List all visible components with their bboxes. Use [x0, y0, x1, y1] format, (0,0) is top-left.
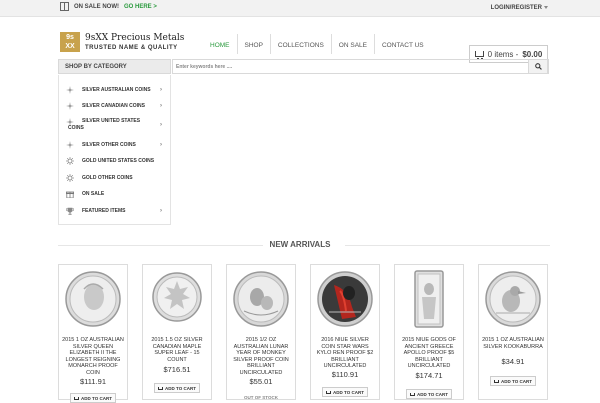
cart-total: $0.00 — [522, 49, 543, 59]
product-price: $110.91 — [331, 370, 359, 379]
brand-tagline: TRUSTED NAME & QUALITY — [85, 45, 178, 51]
sidebar-item-silver-canadian[interactable]: SILVER CANADIAN COINS › — [59, 100, 170, 112]
out-of-stock-label: OUT OF STOCK — [244, 395, 278, 400]
trophy-icon — [66, 207, 74, 215]
sale-text: ON SALE NOW! — [74, 3, 119, 10]
sidebar-item-label: GOLD OTHER COINS — [82, 174, 133, 181]
product-price: $111.91 — [80, 377, 106, 386]
logo[interactable]: 9s XX — [60, 32, 80, 52]
search-button[interactable] — [528, 59, 548, 74]
divider-right — [345, 245, 550, 246]
product-card[interactable]: 2015 1 OZ AUSTRALIAN SILVER QUEEN ELIZAB… — [58, 264, 128, 403]
sidebar-item-featured[interactable]: FEATURED ITEMS › — [59, 205, 170, 217]
nav-home[interactable]: HOME — [203, 34, 237, 54]
add-to-cart-button[interactable]: ADD TO CART — [70, 393, 116, 403]
sidebar-item-gold-other[interactable]: GOLD OTHER COINS — [59, 172, 170, 184]
nav-contact-us[interactable]: CONTACT US — [373, 34, 431, 54]
sidebar-item-label: GOLD UNITED STATES COINS — [82, 157, 155, 164]
cart-icon — [494, 379, 500, 383]
coin-image[interactable] — [62, 267, 124, 331]
add-to-cart-label: ADD TO CART — [501, 378, 532, 384]
logo-line-2: XX — [65, 43, 75, 50]
sidebar-item-label: SILVER UNITED STATES COINS — [68, 118, 141, 131]
sun-icon — [66, 157, 74, 165]
cart-icon — [74, 396, 80, 400]
sun-icon — [66, 174, 74, 182]
sale-link[interactable]: GO HERE > — [124, 4, 157, 10]
chevron-right-icon: › — [160, 103, 162, 109]
login-register-link[interactable]: LOGIN/REGISTER — [491, 5, 548, 11]
cart-icon — [474, 51, 484, 60]
nav-collections[interactable]: COLLECTIONS — [269, 34, 331, 54]
sidebar-item-label: SILVER CANADIAN COINS — [82, 102, 145, 109]
sidebar-item-gold-united-states[interactable]: GOLD UNITED STATES COINS — [59, 155, 170, 167]
sidebar-item-label: ON SALE — [82, 190, 105, 197]
top-bar: ON SALE NOW! GO HERE > LOGIN/REGISTER — [0, 0, 600, 17]
add-to-cart-button[interactable]: ADD TO CART — [490, 376, 536, 386]
brand-name[interactable]: 9sXX Precious Metals — [85, 33, 184, 43]
sidebar-item-on-sale[interactable]: ON SALE — [59, 188, 170, 200]
logo-line-1: 9s — [66, 34, 74, 41]
product-card[interactable]: 2015 1/2 OZ AUSTRALIAN LUNAR YEAR OF MON… — [226, 264, 296, 400]
product-price: $174.71 — [415, 371, 443, 380]
sidebar-item-label: SILVER OTHER COINS — [82, 141, 136, 148]
coin-image[interactable] — [230, 267, 292, 331]
sidebar-item-label: FEATURED ITEMS — [82, 207, 126, 214]
chevron-down-icon — [544, 5, 548, 9]
product-name[interactable]: 2015 NIUE GODS OF ANCIENT GREECE APOLLO … — [398, 337, 460, 370]
product-name[interactable]: 2015 1.5 OZ SILVER CANADIAN MAPLE SUPER … — [146, 337, 208, 363]
cart-icon — [410, 392, 416, 396]
add-to-cart-button[interactable]: ADD TO CART — [154, 383, 200, 393]
login-label: LOGIN/REGISTER — [490, 5, 542, 11]
add-to-cart-button[interactable]: ADD TO CART — [406, 389, 452, 399]
gift-icon — [60, 2, 69, 11]
product-name[interactable]: 2015 1 OZ AUSTRALIAN SILVER KOOKABURRA — [482, 337, 544, 350]
search-input[interactable] — [176, 62, 516, 72]
cart-icon — [158, 386, 164, 390]
add-to-cart-label: ADD TO CART — [165, 385, 196, 391]
cart-icon — [326, 390, 332, 394]
chevron-right-icon: › — [160, 122, 162, 128]
product-card[interactable]: 2015 1 OZ AUSTRALIAN SILVER KOOKABURRA $… — [478, 264, 548, 400]
add-to-cart-button[interactable]: ADD TO CART — [322, 387, 368, 397]
shop-by-category-header: SHOP BY CATEGORY — [58, 59, 171, 74]
product-card[interactable]: 2015 NIUE GODS OF ANCIENT GREECE APOLLO … — [394, 264, 464, 400]
coin-image[interactable] — [398, 267, 460, 331]
cart-items: 0 items - — [487, 49, 519, 59]
sidebar-item-silver-other[interactable]: SILVER OTHER COINS › — [59, 139, 170, 151]
product-card[interactable]: 2016 NIUE SILVER COIN STAR WARS KYLO REN… — [310, 264, 380, 400]
product-price: $55.01 — [249, 377, 273, 386]
coin-image[interactable] — [146, 267, 208, 331]
sidebar-item-label: SILVER AUSTRALIAN COINS — [82, 86, 151, 93]
chevron-right-icon: › — [160, 142, 162, 148]
cross-star-icon — [66, 102, 74, 110]
coin-image[interactable] — [482, 267, 544, 331]
nav-shop[interactable]: SHOP — [236, 34, 270, 54]
product-price: $716.51 — [163, 365, 191, 374]
add-to-cart-label: ADD TO CART — [333, 389, 364, 395]
sidebar-item-silver-australian[interactable]: SILVER AUSTRALIAN COINS › — [59, 84, 170, 96]
sidebar-item-silver-united-states[interactable]: SILVER UNITED STATES COINS › — [59, 117, 170, 133]
product-name[interactable]: 2015 1/2 OZ AUSTRALIAN LUNAR YEAR OF MON… — [230, 337, 292, 376]
gift-icon — [66, 191, 74, 198]
cross-star-icon — [66, 141, 74, 149]
chevron-right-icon: › — [160, 208, 162, 214]
chevron-right-icon: › — [160, 87, 162, 93]
search-icon — [534, 63, 542, 70]
product-price: $34.91 — [501, 357, 525, 366]
search-bar — [172, 59, 549, 74]
category-sidebar: SILVER AUSTRALIAN COINS › SILVER CANADIA… — [58, 75, 171, 225]
nav-on-sale[interactable]: ON SALE — [330, 34, 374, 54]
coin-image[interactable] — [314, 267, 376, 331]
add-to-cart-label: ADD TO CART — [417, 391, 448, 397]
cross-star-icon — [66, 86, 74, 94]
sale-banner: ON SALE NOW! GO HERE > — [60, 2, 157, 11]
header: 9s XX 9sXX Precious Metals TRUSTED NAME … — [0, 17, 600, 63]
product-name[interactable]: 2016 NIUE SILVER COIN STAR WARS KYLO REN… — [314, 337, 376, 370]
product-name[interactable]: 2015 1 OZ AUSTRALIAN SILVER QUEEN ELIZAB… — [62, 337, 124, 376]
product-card[interactable]: 2015 1.5 OZ SILVER CANADIAN MAPLE SUPER … — [142, 264, 212, 400]
